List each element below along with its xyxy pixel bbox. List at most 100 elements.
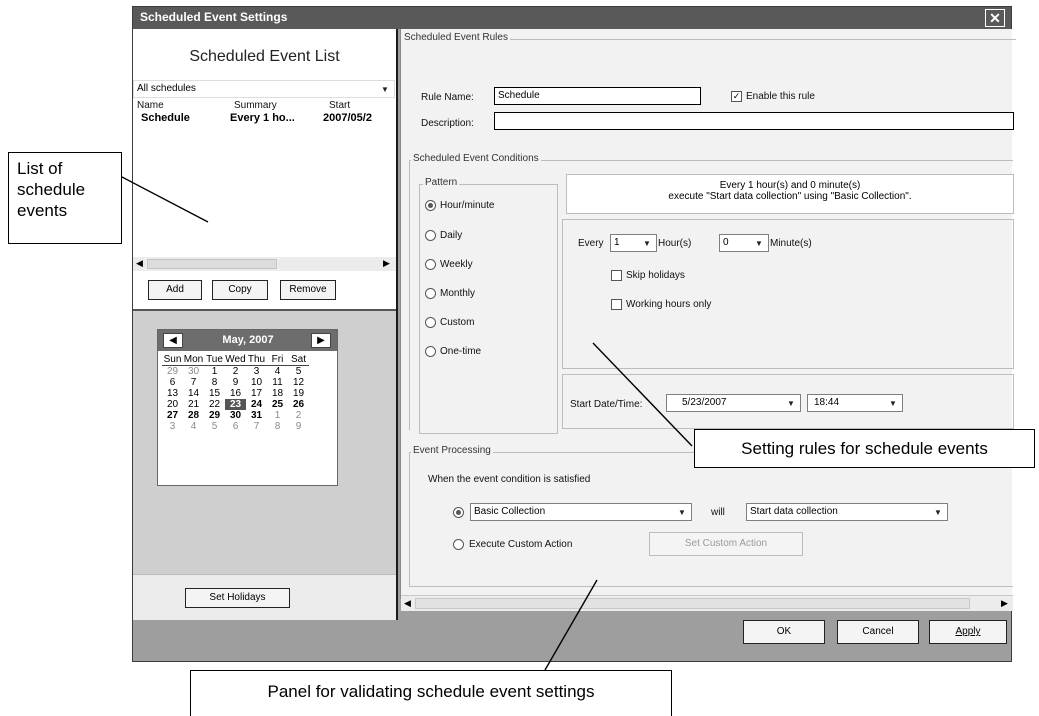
remove-button[interactable]: Remove (280, 280, 336, 300)
calendar-day[interactable]: 26 (288, 399, 309, 410)
copy-button[interactable]: Copy (212, 280, 268, 300)
enable-rule-label: Enable this rule (746, 91, 815, 102)
calendar-day[interactable]: 4 (267, 366, 288, 378)
description-input[interactable] (494, 112, 1014, 130)
calendar-day[interactable]: 5 (204, 421, 225, 432)
calendar-day[interactable]: 30 (183, 366, 204, 378)
scroll-thumb[interactable] (147, 259, 277, 269)
calendar-day[interactable]: 19 (288, 388, 309, 399)
column-start[interactable]: Start (329, 100, 350, 111)
calendar-day[interactable]: 18 (267, 388, 288, 399)
calendar-day[interactable]: 2 (225, 366, 246, 378)
calendar-day[interactable]: 21 (183, 399, 204, 410)
cancel-button[interactable]: Cancel (837, 620, 919, 644)
minutes-select[interactable]: 0 ▼ (719, 234, 769, 252)
pattern-one-time-radio[interactable] (425, 346, 436, 357)
start-date-select[interactable]: 5/23/2007 ▼ (666, 394, 801, 412)
close-button[interactable]: ✕ (985, 9, 1005, 27)
pattern-daily-label[interactable]: Daily (440, 230, 462, 241)
calendar-day[interactable]: 15 (204, 388, 225, 399)
calendar-day[interactable]: 1 (204, 366, 225, 378)
ok-button[interactable]: OK (743, 620, 825, 644)
calendar-day[interactable]: 31 (246, 410, 267, 421)
column-name[interactable]: Name (137, 100, 164, 111)
calendar-day[interactable]: 30 (225, 410, 246, 421)
calendar-day[interactable]: 5 (288, 366, 309, 378)
calendar-day[interactable]: 28 (183, 410, 204, 421)
calendar-day[interactable]: 3 (162, 421, 183, 432)
calendar-day[interactable]: 3 (246, 366, 267, 378)
pattern-monthly-label[interactable]: Monthly (440, 288, 475, 299)
scroll-left-arrow[interactable]: ◀ (404, 598, 411, 609)
calendar-day[interactable]: 6 (162, 377, 183, 388)
calendar-day[interactable]: 20 (162, 399, 183, 410)
calendar-day[interactable]: 29 (204, 410, 225, 421)
calendar-day[interactable]: 8 (267, 421, 288, 432)
apply-button[interactable]: Apply (929, 620, 1007, 644)
pattern-custom-label[interactable]: Custom (440, 317, 474, 328)
list-row[interactable]: Schedule Every 1 ho... 2007/05/2 (133, 112, 396, 126)
pattern-monthly-radio[interactable] (425, 288, 436, 299)
list-horizontal-scrollbar[interactable]: ◀ ▶ (133, 257, 396, 271)
chevron-down-icon: ▼ (381, 85, 389, 94)
skip-holidays-label: Skip holidays (626, 270, 685, 281)
custom-action-label[interactable]: Execute Custom Action (469, 539, 572, 550)
calendar-day[interactable]: 2 (288, 410, 309, 421)
calendar-day[interactable]: 16 (225, 388, 246, 399)
scroll-right-arrow[interactable]: ▶ (1001, 598, 1008, 609)
custom-action-radio[interactable] (453, 539, 464, 550)
calendar-day[interactable]: 7 (183, 377, 204, 388)
calendar-day[interactable]: 7 (246, 421, 267, 432)
hours-select[interactable]: 1 ▼ (610, 234, 657, 252)
collection-select[interactable]: Basic Collection ▼ (470, 503, 692, 521)
weekday-row: Sun Mon Tue Wed Thu Fri Sat (162, 354, 309, 366)
scroll-thumb[interactable] (415, 598, 970, 609)
calendar-day[interactable]: 25 (267, 399, 288, 410)
schedule-filter-select[interactable]: All schedules ▼ (133, 80, 395, 98)
calendar-day[interactable]: 8 (204, 377, 225, 388)
pattern-weekly-radio[interactable] (425, 259, 436, 270)
pattern-daily-radio[interactable] (425, 230, 436, 241)
pattern-hour-minute-radio[interactable] (425, 200, 436, 211)
prev-month-button[interactable]: ◀ (163, 333, 183, 348)
add-button[interactable]: Add (148, 280, 202, 300)
pattern-weekly-label[interactable]: Weekly (440, 259, 473, 270)
chevron-down-icon: ▼ (787, 399, 795, 408)
rule-name-input[interactable]: Schedule (494, 87, 701, 105)
rules-horizontal-scrollbar[interactable]: ◀ ▶ (401, 595, 1013, 611)
calendar-day[interactable]: 27 (162, 410, 183, 421)
calendar-day[interactable]: 10 (246, 377, 267, 388)
pattern-hour-minute-label[interactable]: Hour/minute (440, 200, 494, 211)
calendar-day-selected[interactable]: 23 (225, 399, 246, 410)
action-select[interactable]: Start data collection ▼ (746, 503, 948, 521)
calendar-day[interactable]: 13 (162, 388, 183, 399)
calendar-day[interactable]: 29 (162, 366, 183, 378)
calendar-day[interactable]: 11 (267, 377, 288, 388)
description-label: Description: (421, 118, 474, 129)
calendar-day[interactable]: 9 (288, 421, 309, 432)
calendar-day[interactable]: 9 (225, 377, 246, 388)
calendar-day[interactable]: 12 (288, 377, 309, 388)
calendar-day[interactable]: 17 (246, 388, 267, 399)
calendar-day[interactable]: 24 (246, 399, 267, 410)
scroll-right-arrow[interactable]: ▶ (383, 258, 390, 269)
next-month-button[interactable]: ▶ (311, 333, 331, 348)
callout-validation-panel: Panel for validating schedule event sett… (190, 670, 672, 716)
working-hours-checkbox[interactable] (611, 299, 622, 310)
collection-radio[interactable] (453, 507, 464, 518)
skip-holidays-checkbox[interactable] (611, 270, 622, 281)
pattern-one-time-label[interactable]: One-time (440, 346, 481, 357)
calendar-day[interactable]: 6 (225, 421, 246, 432)
column-summary[interactable]: Summary (234, 100, 277, 111)
calendar-day[interactable]: 14 (183, 388, 204, 399)
set-custom-action-button[interactable]: Set Custom Action (649, 532, 803, 556)
start-time-select[interactable]: 18:44 ▼ (807, 394, 903, 412)
scroll-left-arrow[interactable]: ◀ (136, 258, 143, 269)
rule-name-label: Rule Name: (421, 92, 474, 103)
calendar-day[interactable]: 22 (204, 399, 225, 410)
calendar-day[interactable]: 4 (183, 421, 204, 432)
calendar-day[interactable]: 1 (267, 410, 288, 421)
set-holidays-button[interactable]: Set Holidays (185, 588, 290, 608)
pattern-custom-radio[interactable] (425, 317, 436, 328)
enable-rule-checkbox[interactable]: ✓ (731, 91, 742, 102)
